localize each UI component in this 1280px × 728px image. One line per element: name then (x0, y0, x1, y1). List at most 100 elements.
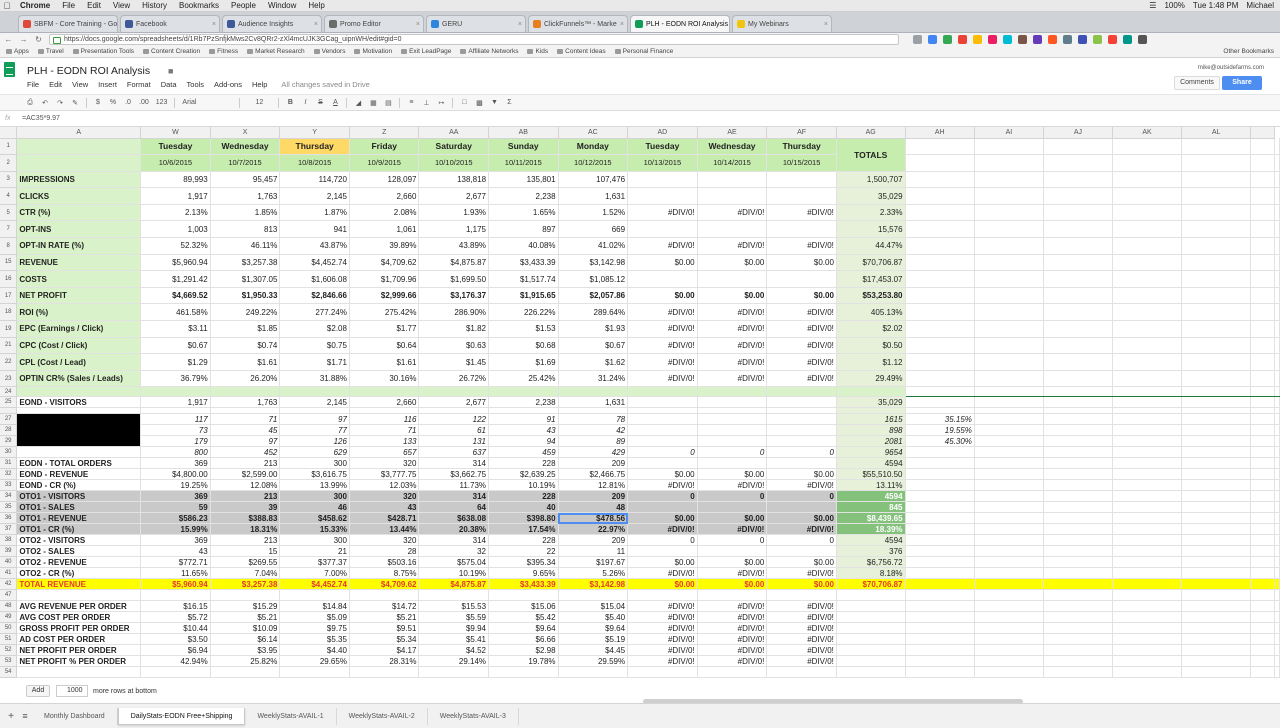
order-value[interactable]: 20.38% (418, 523, 490, 536)
column-header[interactable]: X (210, 127, 281, 139)
order-value[interactable]: 12.81% (558, 479, 629, 492)
metric-value[interactable]: 897 (488, 220, 559, 239)
order-value[interactable]: $0.00 (697, 468, 768, 481)
tab-close-icon[interactable]: × (416, 21, 423, 28)
empty-cell[interactable] (140, 589, 211, 602)
metric-value[interactable]: $0.75 (279, 337, 350, 355)
order-value[interactable]: 314 (418, 490, 490, 503)
order-value[interactable] (627, 457, 698, 470)
empty-cell[interactable] (1112, 270, 1183, 288)
empty-cell[interactable] (905, 396, 975, 409)
empty-cell[interactable] (974, 655, 1044, 668)
extension-icon[interactable] (1078, 35, 1087, 44)
breakdown-percent[interactable]: 45.30% (905, 435, 975, 448)
empty-cell[interactable] (905, 138, 975, 156)
empty-cell[interactable] (974, 370, 1044, 388)
metric-value[interactable]: $0.64 (349, 337, 420, 355)
empty-cell[interactable] (1112, 512, 1183, 525)
column-header[interactable]: Y (279, 127, 350, 139)
empty-cell[interactable] (974, 600, 1044, 613)
empty-cell[interactable] (1274, 600, 1280, 613)
empty-cell[interactable] (1250, 154, 1275, 172)
row-header[interactable]: 19 (0, 320, 18, 338)
metric-value[interactable]: $1,950.33 (210, 287, 281, 305)
rows-count-input[interactable]: 1000 (56, 685, 88, 697)
empty-cell[interactable] (1181, 386, 1252, 398)
filter-icon[interactable]: ▼ (490, 99, 498, 106)
empty-cell[interactable] (418, 589, 490, 602)
bookmark-item[interactable]: Market Research (247, 48, 305, 55)
metric-value[interactable]: $4,875.87 (418, 254, 490, 272)
row-header[interactable]: 3 (0, 171, 18, 189)
metric-total[interactable]: $1.12 (836, 353, 906, 371)
sheet-tab[interactable]: DailyStats-EODN Free+Shipping (117, 707, 246, 725)
empty-cell[interactable] (974, 490, 1044, 503)
breakdown-value[interactable]: 77 (279, 424, 350, 437)
empty-cell[interactable] (1112, 303, 1183, 322)
order-total[interactable]: 8.18% (836, 567, 906, 580)
metric-value[interactable]: 1.93% (418, 204, 490, 222)
average-value[interactable]: $9.51 (349, 622, 420, 635)
empty-cell[interactable] (1274, 589, 1280, 602)
metric-label[interactable]: CTR (%) (16, 204, 142, 222)
order-value[interactable]: $388.83 (210, 512, 281, 525)
empty-cell[interactable] (905, 204, 975, 222)
empty-cell[interactable] (974, 270, 1044, 288)
metric-total[interactable]: $70,706.87 (836, 254, 906, 272)
average-value[interactable]: $6.66 (488, 633, 559, 646)
empty-cell[interactable] (974, 154, 1044, 172)
metric-total[interactable]: 2.33% (836, 204, 906, 222)
decrease-decimal-icon[interactable]: .0 (124, 99, 132, 106)
metric-value[interactable]: $1.61 (210, 353, 281, 371)
row-label-cell[interactable] (16, 386, 142, 398)
empty-cell[interactable] (1274, 204, 1280, 222)
metric-value[interactable]: #DIV/0! (627, 303, 698, 322)
tab-close-icon[interactable]: × (314, 21, 321, 28)
empty-cell[interactable] (974, 171, 1044, 189)
empty-cell[interactable] (1181, 600, 1252, 613)
breakdown-value[interactable]: 94 (488, 435, 559, 448)
align-vertical-icon[interactable]: ⊥ (422, 99, 430, 107)
menubar-item-bookmarks[interactable]: Bookmarks (173, 1, 225, 10)
empty-cell[interactable] (1250, 237, 1275, 255)
row-header[interactable]: 50 (0, 622, 18, 635)
empty-cell[interactable] (1112, 501, 1183, 514)
metric-value[interactable]: #DIV/0! (697, 303, 768, 322)
order-value[interactable]: 11.65% (140, 567, 211, 580)
empty-cell[interactable] (1043, 287, 1114, 305)
row-header[interactable]: 18 (0, 303, 18, 322)
metric-value[interactable]: #DIV/0! (697, 353, 768, 371)
average-value[interactable]: $5.09 (279, 611, 350, 624)
breakdown-value[interactable]: 800 (140, 446, 211, 459)
row-header[interactable]: 35 (0, 501, 18, 514)
row-header[interactable]: 28 (0, 424, 18, 437)
empty-cell[interactable] (1112, 424, 1183, 437)
empty-cell[interactable] (1112, 523, 1183, 536)
average-total[interactable] (836, 633, 906, 646)
empty-cell[interactable] (1112, 154, 1183, 172)
empty-cell[interactable] (974, 468, 1044, 481)
row-header[interactable]: 36 (0, 512, 18, 525)
average-value[interactable]: $5.21 (210, 611, 281, 624)
empty-cell[interactable] (1274, 446, 1280, 459)
empty-cell[interactable] (1112, 220, 1183, 239)
empty-cell[interactable] (1250, 479, 1275, 492)
menubar-app-name[interactable]: Chrome (14, 1, 56, 10)
empty-cell[interactable] (1181, 237, 1252, 255)
order-value[interactable]: 0 (627, 534, 698, 547)
empty-cell[interactable] (1043, 545, 1114, 558)
empty-cell[interactable] (1112, 666, 1183, 679)
metric-label[interactable]: COSTS (16, 270, 142, 288)
empty-cell[interactable] (1043, 490, 1114, 503)
metric-value[interactable]: $1.69 (488, 353, 559, 371)
metric-value[interactable]: $2,846.66 (279, 287, 350, 305)
reload-icon[interactable]: ↻ (34, 35, 43, 44)
empty-cell[interactable] (974, 622, 1044, 635)
order-value[interactable]: $0.00 (697, 556, 768, 569)
metric-label[interactable]: EPC (Earnings / Click) (16, 320, 142, 338)
order-value[interactable]: #DIV/0! (627, 567, 698, 580)
paint-format-icon[interactable]: ✎ (71, 99, 79, 107)
empty-cell[interactable] (1274, 237, 1280, 255)
column-header[interactable] (1250, 127, 1275, 139)
empty-cell[interactable] (1250, 468, 1275, 481)
